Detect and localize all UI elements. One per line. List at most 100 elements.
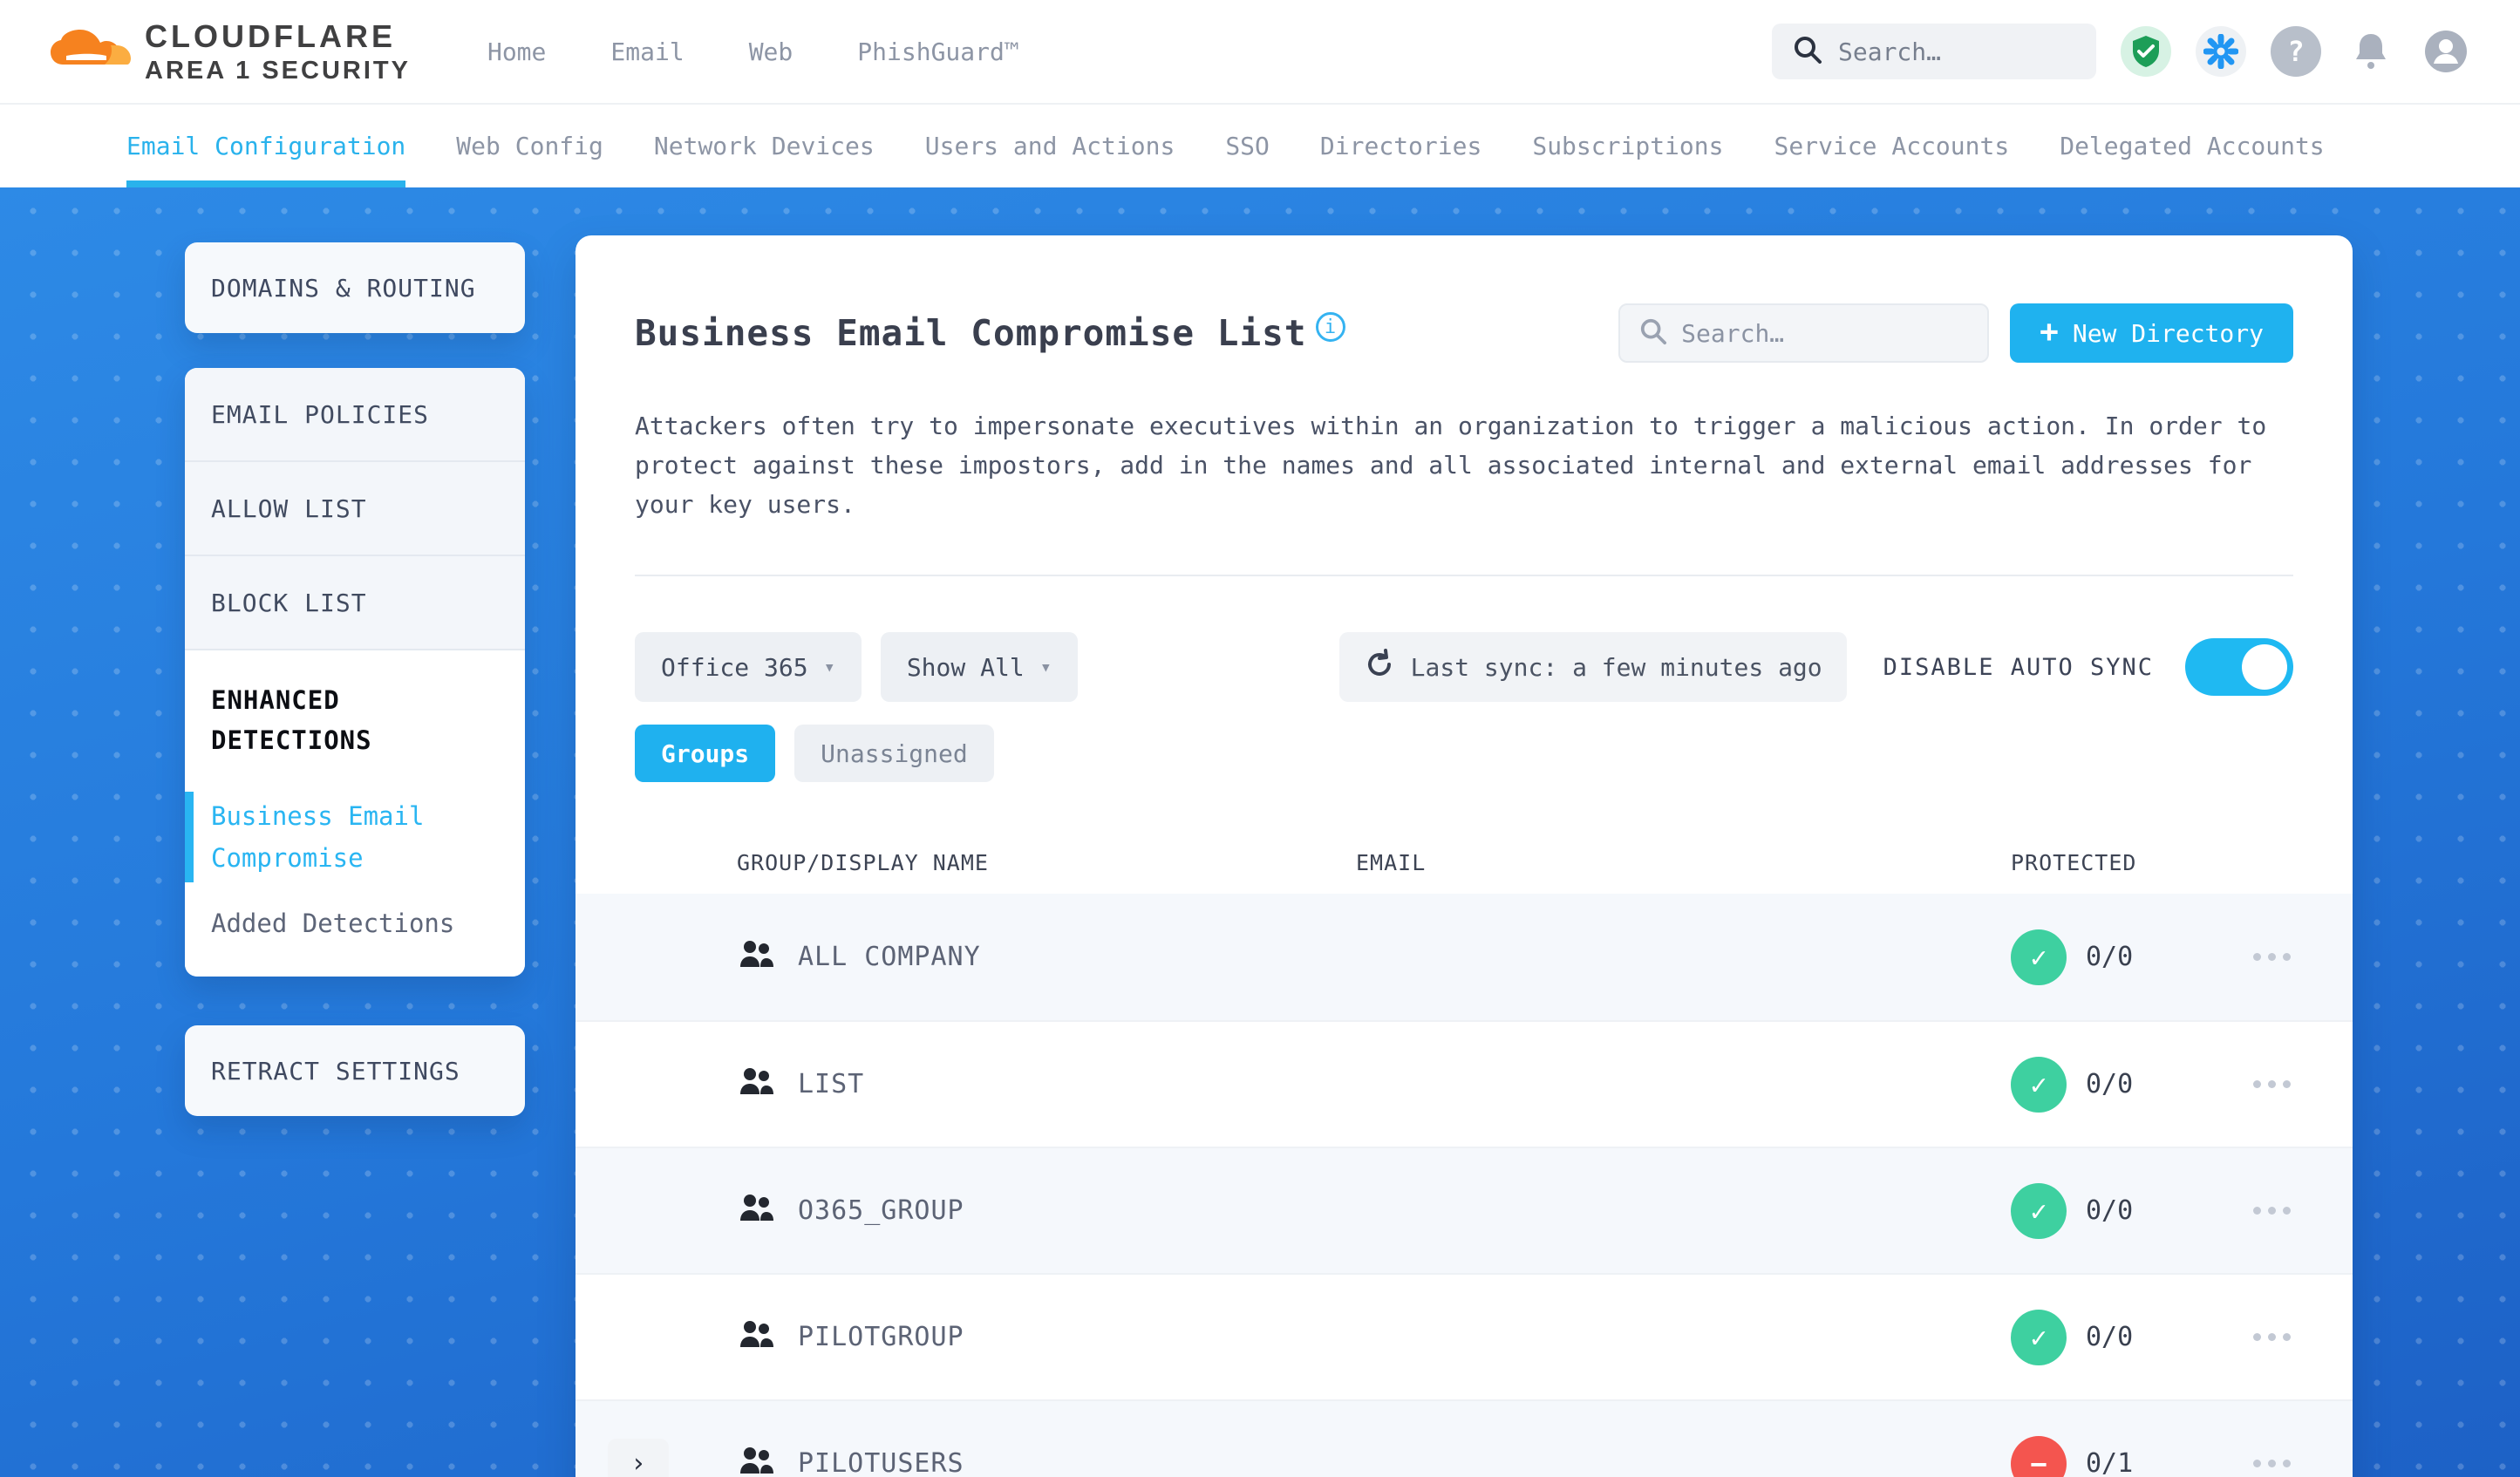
user-avatar-icon[interactable] [2421,26,2471,77]
top-bar: CLOUDFLARE AREA 1 SECURITY Home Email We… [0,0,2520,103]
page-description: Attackers often try to impersonate execu… [635,412,2267,519]
nav-item-web[interactable]: Web [749,37,793,66]
last-sync-button[interactable]: Last sync: a few minutes ago [1338,632,1847,702]
directory-search[interactable] [1618,303,1990,363]
sidebar-section-enhanced-detections: ENHANCED DETECTIONS Business Email Compr… [185,650,525,977]
column-group-display-name: GROUP/DISPLAY NAME [737,849,989,875]
global-search[interactable] [1772,24,2096,79]
tab-users-and-actions[interactable]: Users and Actions [925,105,1175,187]
protected-count: 0/0 [2086,1322,2134,1352]
expand-row-button[interactable]: › [608,1438,669,1477]
group-name: PILOTGROUP [798,1322,964,1352]
group-name: PILOTUSERS [798,1448,964,1477]
group-name: O365_GROUP [798,1195,964,1226]
tab-network-devices[interactable]: Network Devices [654,105,875,187]
protected-count: 0/0 [2086,1195,2134,1226]
table-row[interactable]: PILOTGROUP ✓ 0/0 [576,1273,2353,1399]
groups-table: GROUP/DISPLAY NAME EMAIL PROTECTED ALL C… [576,831,2353,1477]
refresh-icon [1364,648,1395,686]
bec-list-panel: Business Email Compromise List i + New D… [576,235,2353,1477]
nav-item-home[interactable]: Home [487,37,546,66]
chevron-down-icon: ▾ [823,656,835,678]
chevron-down-icon: ▾ [1039,656,1052,678]
cloudflare-cloud-icon [49,23,133,80]
help-glyph: ? [2287,35,2305,68]
tab-service-accounts[interactable]: Service Accounts [1774,105,2010,187]
unprotected-minus-icon: − [2011,1435,2067,1477]
group-people-icon [737,1446,798,1477]
tab-unassigned[interactable]: Unassigned [794,725,994,782]
nav-item-email[interactable]: Email [610,37,684,66]
tab-web-config[interactable]: Web Config [456,105,603,187]
column-protected: PROTECTED [2011,849,2137,875]
tab-subscriptions[interactable]: Subscriptions [1532,105,1723,187]
show-filter-value: Show All [906,652,1025,682]
chevron-right-icon: › [630,1448,647,1477]
table-row[interactable]: LIST ✓ 0/0 [576,1020,2353,1147]
protected-count: 0/0 [2086,942,2134,972]
protected-check-icon: ✓ [2011,1056,2067,1113]
nav-item-phishguard[interactable]: PhishGuard™ [857,37,1018,66]
show-filter-dropdown[interactable]: Show All ▾ [880,632,1078,702]
row-menu-button[interactable] [2237,1080,2353,1088]
table-row[interactable]: O365_GROUP ✓ 0/0 [576,1147,2353,1273]
provider-dropdown-value: Office 365 [661,652,808,682]
page-title: Business Email Compromise List [635,312,1307,354]
primary-nav: Home Email Web PhishGuard™ [487,37,1019,66]
auto-sync-toggle[interactable] [2185,638,2293,696]
search-icon [1639,317,1667,349]
tab-directories[interactable]: Directories [1320,105,1481,187]
notifications-bell-icon[interactable] [2346,26,2396,77]
group-people-icon [737,1319,798,1356]
cloudflare-logo[interactable]: CLOUDFLARE AREA 1 SECURITY [49,18,411,85]
row-menu-button[interactable] [2237,953,2353,961]
provider-dropdown[interactable]: Office 365 ▾ [635,632,862,702]
row-menu-button[interactable] [2237,1333,2353,1341]
tab-delegated-accounts[interactable]: Delegated Accounts [2060,105,2324,187]
sidebar-item-added-detections[interactable]: Added Detections [211,909,499,938]
table-row[interactable]: ALL COMPANY ✓ 0/0 [576,894,2353,1020]
protected-check-icon: ✓ [2011,929,2067,985]
sidebar-item-domains-routing[interactable]: DOMAINS & ROUTING [185,242,525,333]
settings-gear-icon[interactable] [2196,26,2246,77]
tab-groups[interactable]: Groups [635,725,776,782]
group-people-icon [737,939,798,976]
plus-icon: + [2040,313,2059,350]
toggle-knob [2242,644,2287,690]
sidebar-item-enhanced-detections[interactable]: ENHANCED DETECTIONS [211,680,473,760]
sidebar-item-allow-list[interactable]: ALLOW LIST [185,462,525,556]
info-icon[interactable]: i [1315,312,1345,342]
group-name: LIST [798,1069,865,1099]
group-name: ALL COMPANY [798,942,981,972]
sidebar-item-business-email-compromise[interactable]: Business Email Compromise [211,795,473,879]
group-people-icon [737,1066,798,1103]
protected-check-icon: ✓ [2011,1182,2067,1239]
directory-search-input[interactable] [1681,318,1969,348]
new-directory-button[interactable]: + New Directory [2010,303,2293,363]
tab-email-configuration[interactable]: Email Configuration [126,105,406,187]
column-email: EMAIL [1356,849,1427,875]
row-menu-button[interactable] [2237,1207,2353,1215]
settings-sidebar: DOMAINS & ROUTING EMAIL POLICIES ALLOW L… [185,242,525,1116]
info-glyph: i [1324,316,1337,338]
protected-check-icon: ✓ [2011,1309,2067,1365]
brand-subtitle: AREA 1 SECURITY [145,56,411,85]
help-icon[interactable]: ? [2271,26,2321,77]
global-search-input[interactable] [1838,37,2075,66]
auto-sync-label: DISABLE AUTO SYNC [1883,653,2154,681]
tab-sso[interactable]: SSO [1225,105,1270,187]
search-icon [1793,35,1822,68]
divider [635,575,2293,576]
sidebar-item-retract-settings[interactable]: RETRACT SETTINGS [185,1025,525,1116]
protected-count: 0/0 [2086,1069,2134,1099]
security-status-icon[interactable] [2121,26,2171,77]
table-header: GROUP/DISPLAY NAME EMAIL PROTECTED [576,831,2353,894]
table-row[interactable]: › PILOTUSERS −0/1 [576,1399,2353,1477]
new-directory-label: New Directory [2072,318,2264,348]
active-indicator-bar [185,792,194,882]
last-sync-label: Last sync: a few minutes ago [1410,652,1822,682]
sidebar-item-block-list[interactable]: BLOCK LIST [185,556,525,650]
row-menu-button[interactable] [2237,1460,2353,1467]
sidebar-item-email-policies[interactable]: EMAIL POLICIES [185,368,525,462]
page-background: CLOUDFLARE AREA 1 SECURITY Home Email We… [0,0,2520,1477]
